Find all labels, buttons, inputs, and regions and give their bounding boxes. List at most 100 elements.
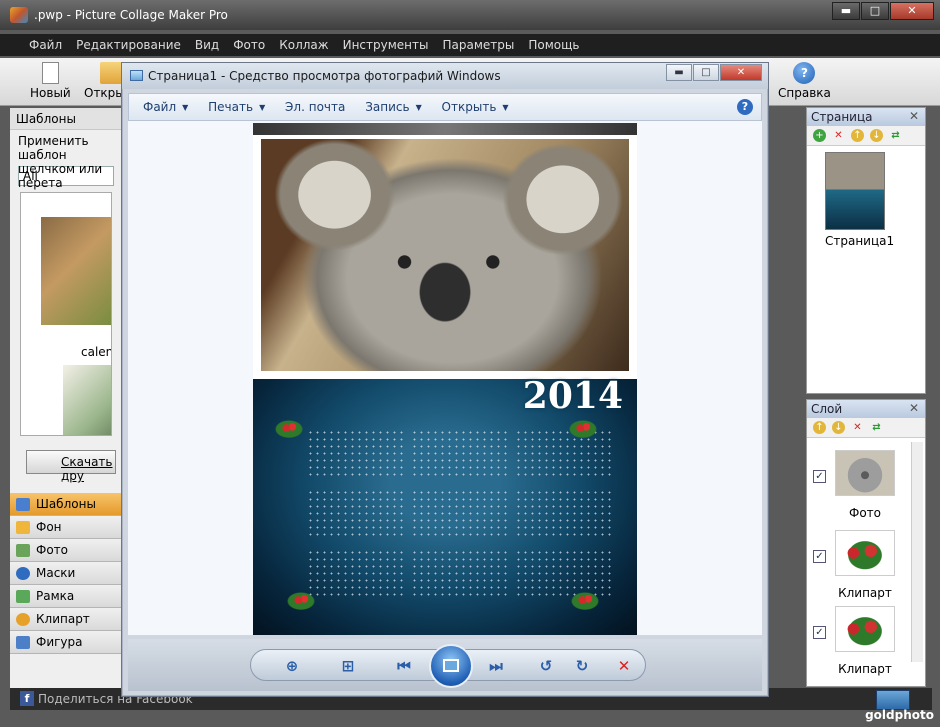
- viewer-controls: ⊕ ⊞ ⏮ ⏭ ↺ ↻ ✕: [128, 639, 762, 691]
- move-down-icon[interactable]: ↓: [870, 129, 883, 142]
- viewer-canvas: 2014: [128, 121, 762, 635]
- page-thumbnail[interactable]: [825, 152, 885, 230]
- nav-shape[interactable]: Фигура: [10, 631, 122, 654]
- nav-frame[interactable]: Рамка: [10, 585, 122, 608]
- dropdown-arrow-icon: ▼: [259, 103, 266, 112]
- swap-icon[interactable]: ⇄: [889, 129, 902, 142]
- previous-icon[interactable]: ⏮: [391, 654, 417, 678]
- monitor-icon[interactable]: [876, 690, 910, 710]
- menu-options[interactable]: Параметры: [435, 34, 521, 56]
- nav-label: Рамка: [36, 589, 75, 603]
- layer-panel-title: Слой: [811, 402, 843, 416]
- help-button[interactable]: ? Справка: [778, 62, 831, 100]
- calendar-month: [411, 429, 509, 479]
- download-more-button[interactable]: Скачать дру: [26, 450, 116, 483]
- slideshow-icon: [443, 659, 459, 672]
- menu-file[interactable]: Файл: [22, 34, 69, 56]
- templates-header: Шаблоны: [10, 108, 122, 130]
- masks-icon: [16, 567, 30, 580]
- viewer-menu-burn[interactable]: Запись ▼: [357, 94, 430, 120]
- move-up-icon[interactable]: ↑: [851, 129, 864, 142]
- calendar-month: [515, 489, 613, 539]
- calendar-month: [307, 489, 405, 539]
- layer-thumbnail: [835, 530, 895, 576]
- holly-clipart: [569, 417, 597, 439]
- minimize-button[interactable]: ▬: [832, 2, 860, 20]
- menu-view[interactable]: Вид: [188, 34, 226, 56]
- slideshow-button[interactable]: [429, 644, 473, 688]
- dropdown-arrow-icon: ▼: [182, 103, 189, 112]
- layer-visible-checkbox[interactable]: ✓: [813, 626, 826, 639]
- maximize-button[interactable]: □: [861, 2, 889, 20]
- move-down-icon[interactable]: ↓: [832, 421, 845, 434]
- close-button[interactable]: ✕: [890, 2, 934, 20]
- help-icon[interactable]: ?: [737, 99, 753, 115]
- close-icon[interactable]: ✕: [909, 109, 919, 123]
- page-panel: Страница ✕ + ✕ ↑ ↓ ⇄ Страница1: [806, 107, 926, 394]
- template-thumbnail[interactable]: [63, 365, 111, 435]
- help-icon: ?: [793, 62, 816, 84]
- viewer-menu-open[interactable]: Открыть ▼: [434, 94, 517, 120]
- menu-label: Файл: [143, 100, 177, 114]
- layer-label: Фото: [848, 506, 881, 520]
- viewer-menu-file[interactable]: Файл ▼: [135, 94, 196, 120]
- page-panel-title: Страница: [811, 110, 873, 124]
- delete-page-icon[interactable]: ✕: [832, 129, 845, 142]
- menubar: Файл Редактирование Вид Фото Коллаж Инструмен…: [0, 34, 940, 56]
- viewer-close-button[interactable]: ✕: [720, 64, 762, 81]
- zoom-icon[interactable]: ⊕: [279, 654, 305, 678]
- move-up-icon[interactable]: ↑: [813, 421, 826, 434]
- layer-item[interactable]: ✓ Фото: [813, 450, 913, 530]
- calendar-area: 2014: [253, 375, 637, 635]
- app-title: .pwp - Picture Collage Maker Pro: [34, 8, 228, 22]
- menu-edit[interactable]: Редактирование: [69, 34, 188, 56]
- layer-scrollbar[interactable]: [911, 442, 923, 662]
- layer-panel: Слой ✕ ↑ ↓ ✕ ⇄ ✓ Фото ✓ Клипарт ✓ Клипар…: [806, 399, 926, 687]
- new-label: Новый: [30, 86, 71, 100]
- actual-size-icon[interactable]: ⊞: [335, 654, 361, 678]
- next-icon[interactable]: ⏭: [483, 654, 509, 678]
- viewer-maximize-button[interactable]: □: [693, 64, 719, 81]
- template-list[interactable]: calenda: [20, 192, 112, 436]
- viewer-title: Страница1 - Средство просмотра фотографи…: [148, 69, 501, 83]
- layer-item[interactable]: ✓ Клипарт: [813, 530, 913, 610]
- menu-photo[interactable]: Фото: [226, 34, 272, 56]
- menu-help[interactable]: Помощь: [521, 34, 586, 56]
- nav-background[interactable]: Фон: [10, 516, 122, 539]
- delete-layer-icon[interactable]: ✕: [851, 421, 864, 434]
- nav-photo[interactable]: Фото: [10, 539, 122, 562]
- viewer-minimize-button[interactable]: ▬: [666, 64, 692, 81]
- category-nav: Шаблоны Фон Фото Маски Рамка Клипарт Фиг…: [10, 493, 122, 654]
- menu-collage[interactable]: Коллаж: [272, 34, 335, 56]
- rotate-right-icon[interactable]: ↻: [569, 654, 595, 678]
- koala-photo: [259, 137, 631, 373]
- layer-visible-checkbox[interactable]: ✓: [813, 470, 826, 483]
- nav-masks[interactable]: Маски: [10, 562, 122, 585]
- templates-description: Применить шаблон щелчком или перета: [18, 134, 103, 190]
- facebook-icon[interactable]: f: [20, 691, 34, 706]
- add-page-icon[interactable]: +: [813, 129, 826, 142]
- swap-icon[interactable]: ⇄: [870, 421, 883, 434]
- calendar-year: 2014: [522, 375, 623, 417]
- nav-label: Фон: [36, 520, 62, 534]
- calendar-month: [411, 549, 509, 599]
- nav-clipart[interactable]: Клипарт: [10, 608, 122, 631]
- shape-icon: [16, 636, 30, 649]
- close-icon[interactable]: ✕: [909, 401, 919, 415]
- rotate-left-icon[interactable]: ↺: [533, 654, 559, 678]
- delete-icon[interactable]: ✕: [611, 654, 637, 678]
- template-label: calenda: [81, 345, 112, 359]
- calendar-month: [411, 489, 509, 539]
- calendar-month: [515, 429, 613, 479]
- app-titlebar: .pwp - Picture Collage Maker Pro ▬ □ ✕: [0, 0, 940, 30]
- folder-icon: [100, 62, 123, 84]
- menu-tools[interactable]: Инструменты: [336, 34, 436, 56]
- template-thumbnail-calendar[interactable]: [41, 217, 111, 325]
- new-button[interactable]: Новый: [30, 62, 71, 100]
- nav-templates[interactable]: Шаблоны: [10, 493, 122, 516]
- page-label: Страница1: [825, 234, 895, 248]
- layer-visible-checkbox[interactable]: ✓: [813, 550, 826, 563]
- viewer-menu-email[interactable]: Эл. почта: [277, 94, 353, 120]
- viewer-menu-print[interactable]: Печать ▼: [200, 94, 273, 120]
- layer-item[interactable]: ✓ Клипарт: [813, 606, 913, 686]
